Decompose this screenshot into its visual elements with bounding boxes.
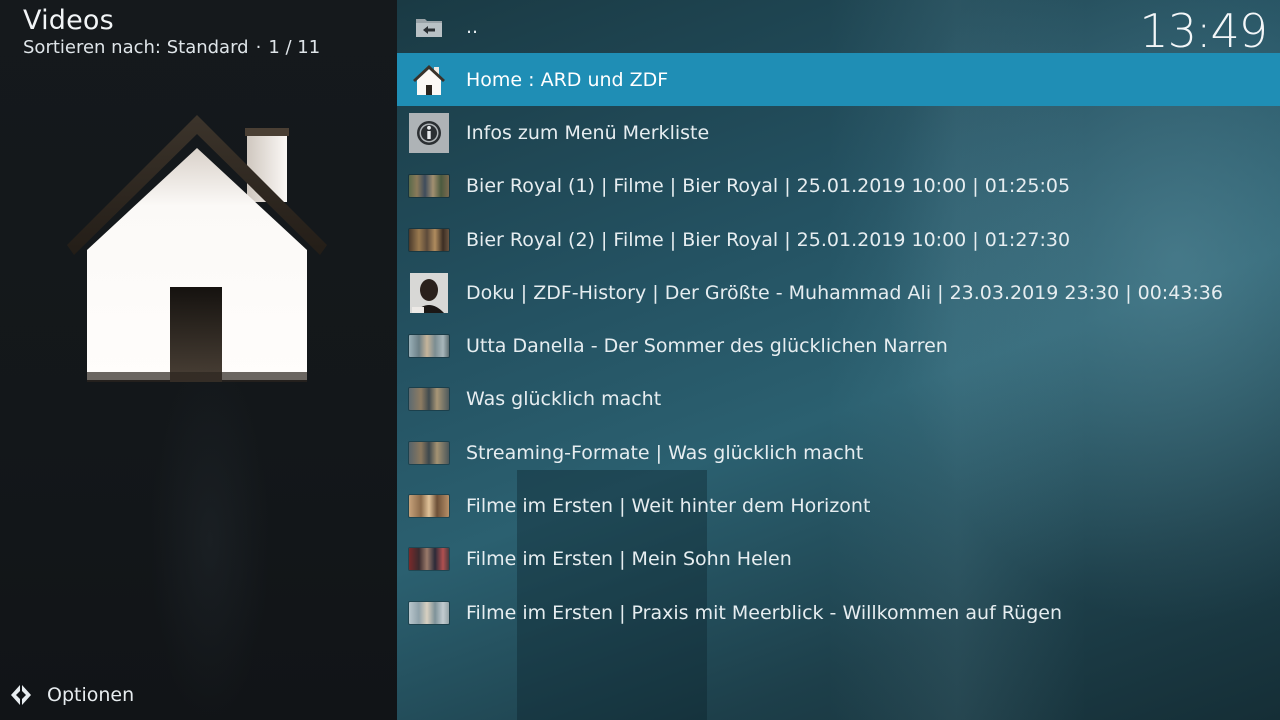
- list-item-label: Bier Royal (1) | Filme | Bier Royal | 25…: [466, 175, 1071, 198]
- list-item-label: Filme im Ersten | Praxis mit Meerblick -…: [466, 601, 1062, 624]
- list-item-label: Infos zum Menü Merkliste: [466, 121, 710, 144]
- video-thumbnail: [409, 335, 449, 358]
- video-thumbnail: [409, 228, 449, 251]
- page-title: Videos: [23, 5, 114, 36]
- options-label: Optionen: [47, 684, 135, 706]
- video-thumbnail: [409, 175, 449, 198]
- list-item[interactable]: Streaming-Formate | Was glücklich macht: [397, 426, 1280, 479]
- list-item-label: Doku | ZDF-History | Der Größte - Muhamm…: [466, 281, 1223, 304]
- info-icon: [409, 112, 449, 153]
- list-item[interactable]: Bier Royal (1) | Filme | Bier Royal | 25…: [397, 160, 1280, 213]
- options-button[interactable]: Optionen: [9, 680, 134, 710]
- list-item[interactable]: Utta Danella - Der Sommer des glückliche…: [397, 319, 1280, 372]
- separator-dot: ·: [255, 37, 262, 58]
- list-item[interactable]: Filme im Ersten | Praxis mit Meerblick -…: [397, 586, 1280, 639]
- sort-label: Sortieren nach: Standard: [23, 37, 249, 58]
- home-icon: [409, 63, 449, 97]
- list-item[interactable]: Bier Royal (2) | Filme | Bier Royal | 25…: [397, 213, 1280, 266]
- home-poster-icon: [67, 115, 327, 382]
- list-item-label: Was glücklich macht: [466, 388, 662, 411]
- list-item[interactable]: Doku | ZDF-History | Der Größte - Muhamm…: [397, 266, 1280, 319]
- list-item-label: Streaming-Formate | Was glücklich macht: [466, 441, 864, 464]
- video-thumbnail: [409, 441, 449, 464]
- list-item[interactable]: Home : ARD und ZDF: [397, 53, 1280, 107]
- kodi-video-browser: Videos Sortieren nach: Standard · 1 / 11: [0, 0, 1280, 720]
- list-item-label: Home : ARD und ZDF: [466, 68, 669, 91]
- list-item[interactable]: Filme im Ersten | Weit hinter dem Horizo…: [397, 479, 1280, 532]
- list-item-label: Utta Danella - Der Sommer des glückliche…: [466, 335, 948, 358]
- portrait-thumbnail: [409, 272, 449, 313]
- video-thumbnail: [409, 548, 449, 571]
- list-item-label: Filme im Ersten | Mein Sohn Helen: [466, 548, 792, 571]
- options-arrows-icon: [11, 685, 31, 705]
- item-position: 1 / 11: [268, 37, 321, 58]
- list-item-label: Filme im Ersten | Weit hinter dem Horizo…: [466, 495, 871, 518]
- video-thumbnail: [409, 388, 449, 411]
- list-item[interactable]: Infos zum Menü Merkliste: [397, 106, 1280, 159]
- parent-folder-label: ..: [466, 15, 479, 38]
- video-thumbnail: [409, 601, 449, 624]
- info-panel: Videos Sortieren nach: Standard · 1 / 11: [0, 0, 397, 720]
- list-item-parent-folder[interactable]: ..: [397, 0, 1280, 53]
- list-item[interactable]: Was glücklich macht: [397, 373, 1280, 426]
- list-item[interactable]: Filme im Ersten | Mein Sohn Helen: [397, 533, 1280, 586]
- sort-and-position: Sortieren nach: Standard · 1 / 11: [23, 37, 320, 58]
- video-thumbnail: [409, 495, 449, 518]
- file-list: .. Home : ARD und ZDF Infos zum Menü Mer…: [397, 0, 1280, 639]
- list-item-label: Bier Royal (2) | Filme | Bier Royal | 25…: [466, 228, 1071, 251]
- back-folder-icon: [409, 16, 449, 38]
